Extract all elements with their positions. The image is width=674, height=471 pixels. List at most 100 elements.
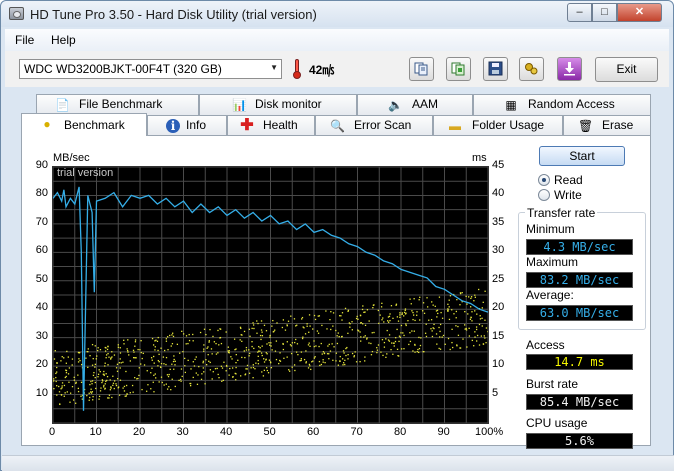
access-time-point	[92, 374, 95, 377]
access-time-point	[383, 346, 386, 348]
access-time-point	[291, 342, 294, 344]
access-time-point	[179, 378, 182, 381]
access-time-point	[426, 297, 428, 299]
access-time-point	[473, 300, 475, 302]
access-time-point	[104, 383, 106, 385]
access-time-point	[306, 325, 308, 327]
download-button[interactable]	[557, 57, 582, 81]
save-button[interactable]	[483, 57, 508, 81]
access-time-point	[255, 362, 257, 364]
access-time-point	[88, 399, 90, 401]
access-time-point	[474, 336, 476, 338]
file-benchmark-icon: 📄	[55, 98, 70, 112]
tab-disk-monitor[interactable]: 📊 Disk monitor	[199, 94, 357, 115]
access-time-point	[80, 363, 83, 366]
access-time-point	[258, 350, 260, 352]
access-time-point	[188, 333, 190, 336]
access-time-point	[251, 345, 253, 348]
access-time-point	[217, 352, 219, 354]
access-time-point	[165, 340, 168, 342]
access-time-point	[279, 352, 281, 354]
y-left-tick-label: 70	[35, 215, 48, 228]
access-time-point	[220, 342, 223, 345]
access-time-point	[341, 335, 343, 338]
access-time-point	[92, 357, 94, 360]
tab-random-access[interactable]: ▦ Random Access	[473, 94, 651, 115]
copy-screenshot-button[interactable]	[446, 57, 471, 81]
access-time-point	[174, 360, 176, 362]
cpu-usage-label: CPU usage	[526, 416, 588, 430]
access-time-point	[251, 341, 253, 343]
access-time-point	[402, 332, 404, 334]
access-time-point	[171, 343, 174, 345]
maximize-button[interactable]: □	[592, 3, 617, 22]
read-radio[interactable]	[538, 174, 550, 186]
access-time-point	[290, 352, 293, 355]
access-time-point	[118, 362, 121, 364]
y-left-tick-label: 50	[35, 272, 48, 285]
access-time-point	[283, 357, 285, 359]
access-time-point	[317, 332, 320, 334]
write-radio-label[interactable]: Write	[554, 188, 582, 202]
access-time-point	[276, 322, 278, 324]
access-time-point	[485, 341, 487, 344]
access-time-point	[64, 376, 66, 379]
copy-text-button[interactable]	[409, 57, 434, 81]
drive-select[interactable]: WDC WD3200BJKT-00F4T (320 GB) ▼	[19, 59, 282, 79]
tab-folder-usage[interactable]: ▬ Folder Usage	[433, 115, 563, 136]
access-time-point	[107, 364, 109, 366]
options-button[interactable]	[519, 57, 544, 81]
access-time-point	[215, 353, 218, 355]
copy-screenshot-icon	[451, 62, 465, 76]
access-time-point	[430, 319, 433, 321]
access-time-point	[235, 366, 237, 369]
access-time-point	[161, 381, 163, 384]
copy-text-icon	[414, 62, 428, 76]
access-time-point	[180, 380, 182, 382]
write-radio[interactable]	[538, 189, 550, 201]
minimize-button[interactable]: –	[567, 3, 592, 22]
menu-help[interactable]: Help	[51, 33, 76, 47]
tab-health[interactable]: ✚ Health	[227, 115, 315, 136]
access-time-point	[202, 367, 204, 369]
access-time-point	[122, 361, 124, 363]
access-time-point	[198, 365, 200, 368]
access-time-point	[119, 358, 121, 360]
menu-file[interactable]: File	[15, 33, 34, 47]
access-time-point	[336, 342, 339, 345]
access-time-point	[396, 316, 399, 318]
access-time-point	[94, 363, 96, 366]
access-time-point	[444, 343, 446, 345]
tab-file-benchmark[interactable]: 📄 File Benchmark	[36, 94, 199, 115]
access-time-point	[91, 343, 94, 346]
close-button[interactable]: ✕	[617, 3, 662, 22]
exit-button[interactable]: Exit	[595, 57, 658, 82]
start-button[interactable]: Start	[539, 146, 625, 166]
access-time-point	[399, 314, 401, 316]
access-time-point	[416, 314, 418, 316]
access-time-point	[195, 372, 197, 374]
access-time-point	[263, 361, 266, 363]
access-time-point	[313, 340, 315, 342]
temperature-readout: 42㎧	[309, 63, 335, 77]
access-time-point	[366, 309, 369, 311]
access-time-point	[203, 371, 205, 373]
access-value: 14.7 ms	[526, 354, 633, 370]
tab-info[interactable]: i Info	[147, 115, 227, 136]
graph-canvas	[53, 167, 488, 423]
tab-erase[interactable]: 🗑 Erase	[563, 115, 651, 136]
access-time-point	[286, 356, 288, 358]
access-time-point	[470, 296, 473, 298]
access-time-point	[181, 375, 183, 378]
access-time-point	[119, 379, 122, 381]
tab-benchmark[interactable]: ● Benchmark	[21, 113, 147, 136]
access-time-point	[471, 339, 473, 342]
access-time-point	[173, 368, 175, 370]
access-time-point	[173, 355, 175, 357]
access-time-point	[221, 367, 224, 369]
tab-aam[interactable]: 🔈 AAM	[357, 94, 473, 115]
read-radio-label[interactable]: Read	[554, 173, 583, 187]
access-time-point	[321, 324, 323, 327]
access-time-point	[261, 371, 263, 373]
tab-error-scan[interactable]: 🔍 Error Scan	[315, 115, 433, 136]
